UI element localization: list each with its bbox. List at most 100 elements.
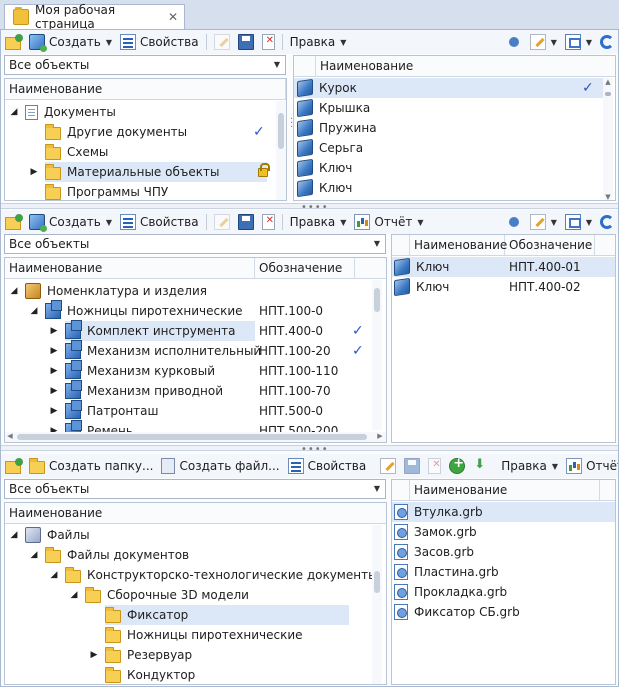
expanded-arrow-icon[interactable]: ◢ <box>9 107 19 117</box>
scrollbar-thumb[interactable] <box>17 434 367 440</box>
list-item[interactable]: Пластина.grb <box>392 562 615 582</box>
list-item[interactable]: Ключ <box>294 158 615 178</box>
tree-row[interactable]: ◢ Номенклатура и изделия <box>5 281 386 301</box>
tree-row[interactable]: ▶ Механизм курковый НПТ.100-110 <box>5 360 386 381</box>
column-header-name[interactable]: Наименование <box>410 235 507 255</box>
list-item[interactable]: Засов.grb <box>392 542 615 562</box>
properties-button[interactable]: Свойства <box>284 455 371 477</box>
tree-row[interactable]: Ножницы пиротехнические <box>5 625 386 645</box>
close-icon[interactable]: ✕ <box>168 10 178 24</box>
view-button[interactable]: ▼ <box>561 211 596 233</box>
expanded-arrow-icon[interactable]: ◢ <box>69 590 79 600</box>
column-header-name[interactable]: Наименование <box>5 258 255 278</box>
list-item-selected[interactable]: Втулка.grb <box>392 502 615 522</box>
user-button[interactable] <box>502 211 526 233</box>
list-item[interactable]: Прокладка.grb <box>392 582 615 602</box>
collapsed-arrow-icon[interactable]: ▶ <box>49 366 59 376</box>
tree-row[interactable]: ◢ Конструкторско-технологические докумен… <box>5 565 386 585</box>
list-item-selected[interactable]: Курок ✓ <box>294 78 604 98</box>
report-button[interactable]: Отчёт▼ <box>562 455 618 477</box>
horizontal-splitter[interactable]: •••• <box>1 202 618 213</box>
create-button[interactable]: Создать ▼ <box>25 31 116 53</box>
add-button[interactable] <box>445 455 469 477</box>
list-item[interactable]: Пружина <box>294 118 615 138</box>
scrollbar-thumb[interactable] <box>278 113 284 149</box>
list-item[interactable]: Ключ <box>294 178 615 198</box>
save-button[interactable] <box>400 455 424 477</box>
collapsed-arrow-icon[interactable]: ▶ <box>29 167 39 177</box>
tree-row[interactable]: Другие документы ✓ <box>5 122 286 142</box>
tree-row[interactable]: ◢ Сборочные 3D модели <box>5 585 386 605</box>
expanded-arrow-icon[interactable]: ◢ <box>9 286 19 296</box>
collapsed-arrow-icon[interactable]: ▶ <box>49 386 59 396</box>
delete-button[interactable] <box>258 211 279 233</box>
properties-button[interactable]: Свойства <box>116 31 203 53</box>
edit-menu-button[interactable]: Правка ▼ <box>286 211 351 233</box>
scroll-right-icon[interactable]: ▶ <box>375 432 385 440</box>
tree-row[interactable]: Программы ЧПУ <box>5 182 286 200</box>
download-button[interactable] <box>469 455 491 477</box>
tools-button[interactable]: ▼ <box>526 31 561 53</box>
tree-row[interactable]: ◢ Документы <box>5 102 286 122</box>
delete-button[interactable] <box>258 31 279 53</box>
list-scrollbar[interactable]: ▲ ▼ <box>603 78 613 200</box>
expanded-arrow-icon[interactable]: ◢ <box>9 530 19 540</box>
collapsed-arrow-icon[interactable]: ▶ <box>89 650 99 660</box>
delete-button[interactable] <box>424 455 445 477</box>
panel3-filter-select[interactable]: Все объекты ▼ <box>4 479 386 499</box>
edit-doc-button[interactable] <box>376 455 400 477</box>
list-item[interactable]: Замок.grb <box>392 522 615 542</box>
tree-row[interactable]: ▶ Патронташ НПТ.500-0 <box>5 400 386 421</box>
panel1-filter-select[interactable]: Все объекты ▼ <box>4 55 286 75</box>
expanded-arrow-icon[interactable]: ◢ <box>29 550 39 560</box>
tree-row[interactable]: Схемы <box>5 142 286 162</box>
column-header-name[interactable]: Наименование <box>316 56 615 76</box>
home-button[interactable] <box>1 455 25 477</box>
tree-row[interactable]: ◢ Файлы документов <box>5 545 386 565</box>
create-file-button[interactable]: Создать файл... <box>157 455 283 477</box>
tree-scrollbar[interactable] <box>372 280 382 430</box>
create-button[interactable]: Создать ▼ <box>25 211 116 233</box>
tree-row-selected[interactable]: ▶ Комплект инструмента НПТ.400-0 ✓ <box>5 320 386 341</box>
column-header-name[interactable]: Наименование <box>5 79 286 99</box>
tree-scrollbar[interactable] <box>276 101 286 200</box>
expanded-arrow-icon[interactable]: ◢ <box>49 570 59 580</box>
report-button[interactable]: Отчёт▼ <box>350 211 427 233</box>
edit-doc-button[interactable] <box>210 211 234 233</box>
scroll-up-icon[interactable]: ▲ <box>603 78 613 86</box>
tools-button[interactable]: ▼ <box>526 211 561 233</box>
scrollbar-thumb[interactable] <box>374 571 380 593</box>
edit-doc-button[interactable] <box>210 31 234 53</box>
properties-button[interactable]: Свойства <box>116 211 203 233</box>
create-folder-button[interactable]: Создать папку... <box>25 455 157 477</box>
save-button[interactable] <box>234 211 258 233</box>
refresh-button[interactable] <box>596 31 618 53</box>
tree-scrollbar[interactable] <box>372 525 382 684</box>
scrollbar-thumb[interactable] <box>605 92 611 96</box>
list-item-selected[interactable]: Ключ НПТ.400-01 <box>392 257 615 277</box>
scrollbar-thumb[interactable] <box>374 288 380 312</box>
column-header-name[interactable]: Наименование <box>5 503 386 523</box>
tree-row[interactable]: ▶ Резервуар <box>5 645 386 665</box>
view-button[interactable]: ▼ <box>561 31 596 53</box>
horizontal-splitter[interactable]: •••• <box>1 444 618 455</box>
edit-menu-button[interactable]: Правка ▼ <box>286 31 351 53</box>
collapsed-arrow-icon[interactable]: ▶ <box>49 326 59 336</box>
list-item[interactable]: Фиксатор СБ.grb <box>392 602 615 622</box>
expanded-arrow-icon[interactable]: ◢ <box>29 306 39 316</box>
tree-row-selected[interactable]: Фиксатор <box>5 605 386 625</box>
tree-row[interactable]: ▶ Механизм приводной НПТ.100-70 <box>5 380 386 401</box>
home-button[interactable] <box>1 31 25 53</box>
scroll-down-icon[interactable]: ▼ <box>603 193 613 200</box>
collapsed-arrow-icon[interactable]: ▶ <box>49 406 59 416</box>
home-button[interactable] <box>1 211 25 233</box>
save-button[interactable] <box>234 31 258 53</box>
tree-row[interactable]: ◢ Ножницы пиротехнические НПТ.100-0 <box>5 300 386 321</box>
tree-row[interactable]: ▶ Механизм исполнительный НПТ.100-20 ✓ <box>5 340 386 361</box>
column-header-code[interactable]: Обозначение <box>255 258 355 278</box>
tree-row[interactable]: ◢ Файлы <box>5 525 386 545</box>
scroll-left-icon[interactable]: ◀ <box>5 432 15 440</box>
refresh-button[interactable] <box>596 211 618 233</box>
panel2-filter-select[interactable]: Все объекты ▼ <box>4 234 386 254</box>
tree-row-selected[interactable]: ▶ Материальные объекты <box>5 162 286 182</box>
